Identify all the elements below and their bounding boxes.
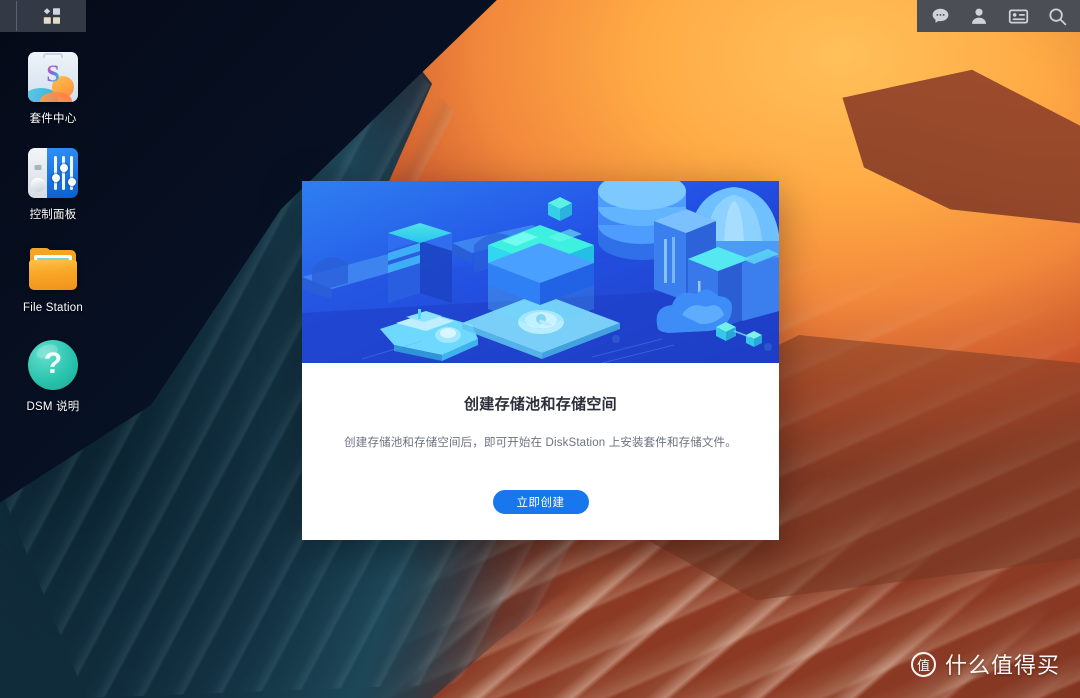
search-icon[interactable]	[1046, 5, 1068, 27]
notifications-icon[interactable]	[1007, 5, 1029, 27]
desktop-icon-package-center[interactable]: S 套件中心	[12, 52, 94, 126]
create-now-button[interactable]: 立即创建	[492, 490, 589, 515]
dialog-description: 创建存储池和存储空间后，即可开始在 DiskStation 上安装套件和存储文件…	[344, 437, 737, 449]
dialog-title: 创建存储池和存储空间	[463, 396, 617, 413]
desktop-icon-label: File Station	[23, 302, 83, 314]
question-mark-icon: ?	[28, 340, 78, 390]
user-icon[interactable]	[968, 5, 990, 27]
folder-icon	[28, 244, 78, 294]
package-center-icon: S	[28, 52, 78, 102]
desktop: S 套件中心 控制面板 File Station ? DSM 说明 创建存储池和…	[0, 0, 1080, 698]
dialog-body: 创建存储池和存储空间 创建存储池和存储空间后，即可开始在 DiskStation…	[302, 363, 779, 540]
control-panel-icon	[28, 148, 78, 198]
chat-icon[interactable]	[929, 5, 951, 27]
apps-menu-button[interactable]	[17, 0, 86, 32]
desktop-icon-dsm-help[interactable]: ? DSM 说明	[12, 340, 94, 414]
create-storage-pool-dialog: 创建存储池和存储空间 创建存储池和存储空间后，即可开始在 DiskStation…	[302, 181, 779, 540]
desktop-icon-control-panel[interactable]: 控制面板	[12, 148, 94, 222]
hero-illustration	[302, 181, 779, 363]
isometric-storage-city-illustration	[302, 181, 779, 363]
taskbar-right	[917, 0, 1080, 32]
desktop-icon-label: 控制面板	[29, 209, 77, 221]
desktop-icon-label: DSM 说明	[26, 401, 80, 413]
taskbar-left	[0, 0, 86, 32]
desktop-icon-file-station[interactable]: File Station	[12, 244, 94, 314]
apps-grid-icon	[43, 8, 60, 24]
desktop-icon-label: 套件中心	[29, 113, 77, 125]
